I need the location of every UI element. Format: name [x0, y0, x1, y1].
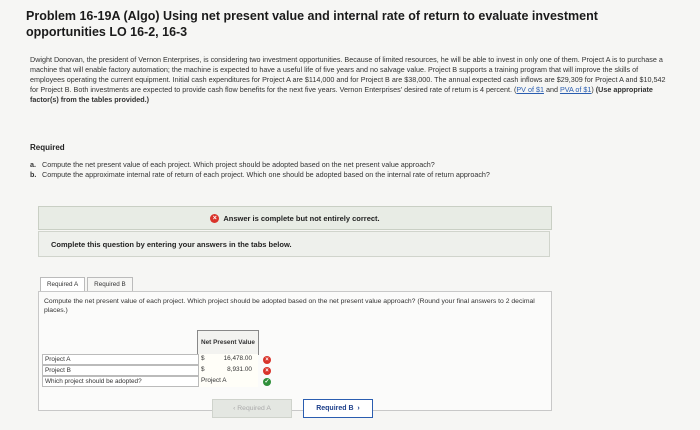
next-button-label: Required B [316, 405, 354, 412]
required-item-text: Compute the net present value of each pr… [42, 160, 435, 169]
required-item-text: Compute the approximate internal rate of… [42, 169, 490, 179]
complete-prompt-box: Complete this question by entering your … [38, 231, 550, 257]
answer-status-text: Answer is complete but not entirely corr… [223, 213, 380, 223]
currency-symbol: $ [201, 355, 205, 362]
npv-value: 16,478.00 [223, 355, 252, 362]
required-item-b: b. Compute the approximate internal rate… [30, 170, 670, 180]
and-text: and [545, 85, 558, 94]
tab-required-a[interactable]: Required A [40, 277, 86, 292]
tab-required-b[interactable]: Required B [87, 277, 133, 292]
npv-input-project-a[interactable]: $ 16,478.00 [198, 354, 258, 365]
answer-status-banner: × Answer is complete but not entirely co… [38, 206, 552, 230]
pv-of-1-link[interactable]: PV of $1 [516, 85, 544, 94]
required-item-marker: a. [30, 160, 36, 169]
required-heading: Required [30, 143, 65, 152]
project-select[interactable]: Project A [198, 376, 258, 387]
complete-prompt-text: Complete this question by entering your … [51, 239, 292, 249]
correct-check-icon: ✓ [263, 378, 271, 386]
problem-text-block: Dwight Donovan, the president of Vernon … [30, 55, 666, 104]
table-row-project-a: Project A $ 16,478.00 × [42, 354, 271, 365]
prev-required-a-button[interactable]: ‹ Required A [212, 399, 292, 418]
next-required-b-button[interactable]: Required B › [303, 399, 373, 418]
column-header-npv: Net Present Value [197, 330, 259, 355]
row-label: Project B [45, 367, 71, 374]
required-item-a: a. Compute the net present value of each… [30, 160, 670, 170]
incorrect-x-icon: × [210, 213, 220, 223]
row-label: Project A [45, 356, 71, 363]
incorrect-x-icon: × [263, 356, 271, 364]
incorrect-x-icon: × [263, 367, 271, 375]
required-item-marker: b. [30, 169, 37, 179]
required-list: a. Compute the net present value of each… [30, 160, 670, 179]
chevron-right-icon: › [353, 405, 360, 412]
currency-symbol: $ [201, 366, 205, 373]
question-text: Compute the net present value of each pr… [44, 298, 535, 314]
selected-project: Project A [201, 377, 227, 384]
problem-title: Problem 16-19A (Algo) Using net present … [26, 9, 598, 39]
npv-value: 8,931.00 [227, 366, 252, 373]
prev-button-label: Required A [237, 405, 271, 412]
row-label: Which project should be adopted? [45, 378, 142, 385]
npv-input-project-b[interactable]: $ 8,931.00 [198, 365, 258, 376]
table-row-project-b: Project B $ 8,931.00 × [42, 365, 271, 376]
tab-bar: Required A Required B [40, 277, 135, 292]
pva-of-1-link[interactable]: PVA of $1 [560, 85, 591, 94]
table-row-which-project: Which project should be adopted? Project… [42, 376, 271, 387]
